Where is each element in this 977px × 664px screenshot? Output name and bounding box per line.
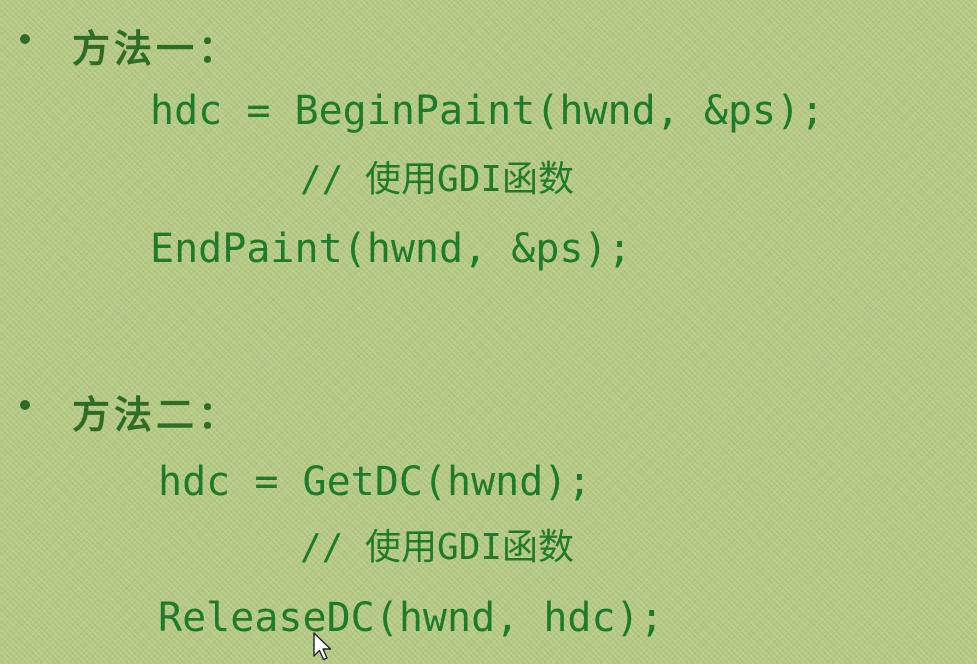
method-2-heading: 方法二： xyxy=(72,392,241,437)
method-2-get-dc-line: hdc = GetDC(hwnd); xyxy=(158,459,592,505)
slide: 方法一： hdc = BeginPaint(hwnd, &ps); // 使用G… xyxy=(0,0,977,664)
bullet-method-2 xyxy=(20,400,30,410)
method-1-end-paint-line: EndPaint(hwnd, &ps); xyxy=(150,226,632,272)
mouse-pointer-icon xyxy=(313,632,332,661)
method-1-heading: 方法一： xyxy=(72,26,241,71)
method-1-comment: // 使用GDI函数 xyxy=(300,159,575,200)
bullet-method-1 xyxy=(20,34,30,44)
method-2-comment: // 使用GDI函数 xyxy=(300,527,575,568)
method-2-release-dc-line: ReleaseDC(hwnd, hdc); xyxy=(158,595,664,641)
method-1-begin-paint-line: hdc = BeginPaint(hwnd, &ps); xyxy=(150,88,825,134)
